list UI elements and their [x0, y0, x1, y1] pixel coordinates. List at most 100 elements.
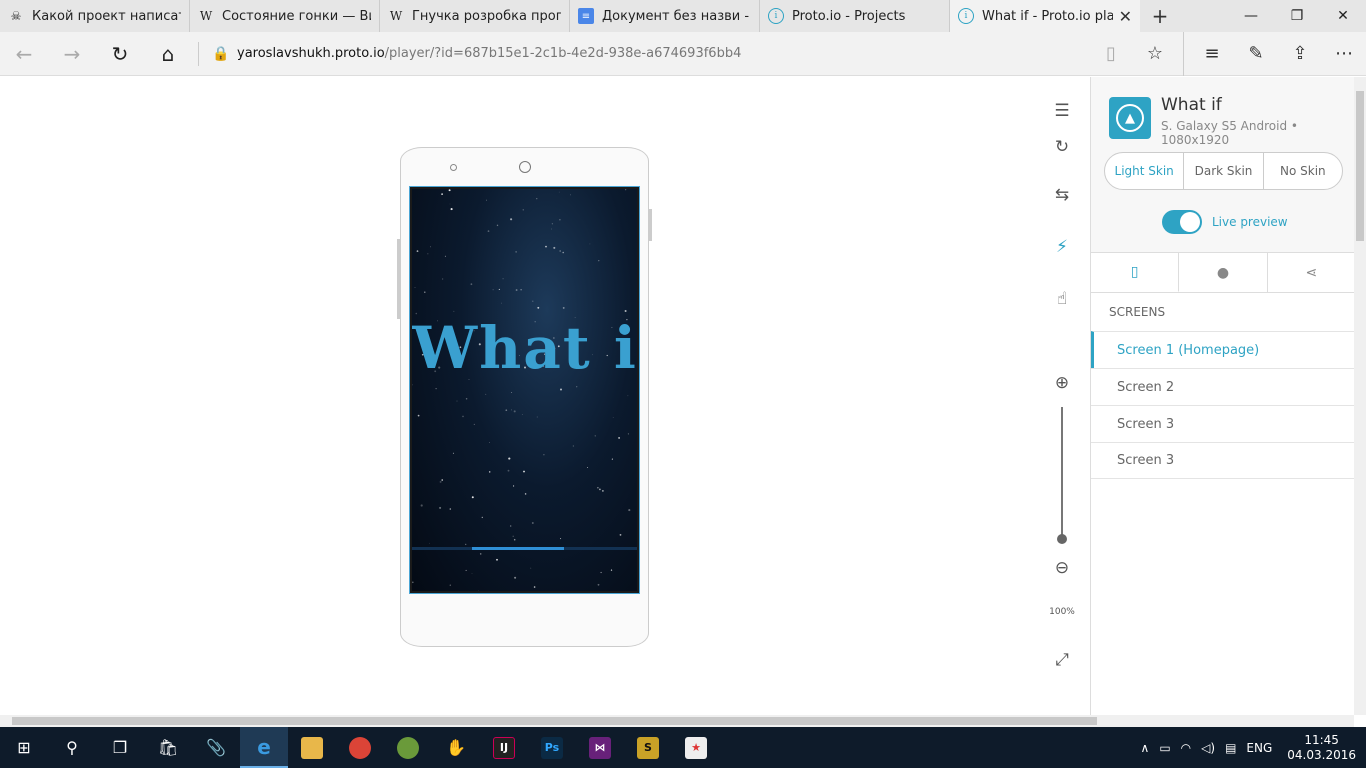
skin-light-button[interactable]: Light Skin — [1105, 153, 1185, 189]
rotate-device-icon[interactable]: ⇆ — [1048, 181, 1076, 209]
close-tab-icon[interactable]: ✕ — [1119, 7, 1132, 26]
google-docs-icon: ≡ — [578, 8, 594, 24]
vertical-scrollbar[interactable] — [1354, 77, 1366, 715]
app-icon: ▲ — [1109, 97, 1151, 139]
chevron-up-icon[interactable]: ∧ — [1136, 741, 1155, 755]
live-preview-toggle[interactable] — [1162, 210, 1202, 234]
star — [562, 251, 564, 254]
tab-label: Гнучка розробка програм — [412, 8, 561, 24]
store-icon[interactable]: 🛍 — [144, 727, 192, 768]
star — [510, 525, 512, 527]
horizontal-scrollbar[interactable] — [0, 715, 1354, 727]
star — [502, 278, 504, 280]
back-arrow-icon[interactable]: ← — [0, 32, 48, 76]
windows-start-icon[interactable]: ⊞ — [0, 727, 48, 768]
zoom-slider-handle[interactable] — [1057, 534, 1067, 544]
screen-list-item[interactable]: Screen 3 — [1091, 405, 1355, 442]
edge-icon[interactable]: e — [240, 727, 288, 768]
browser-tab[interactable]: ≡ Документ без назви - Go — [570, 0, 760, 32]
android-studio-icon[interactable] — [384, 727, 432, 768]
screen-list-item[interactable]: Screen 2 — [1091, 368, 1355, 405]
file-explorer-icon[interactable] — [288, 727, 336, 768]
refresh-icon[interactable]: ↻ — [96, 32, 144, 76]
browser-tab[interactable]: ☠ Какой проект написать д — [0, 0, 190, 32]
app-icon[interactable]: ✋ — [432, 727, 480, 768]
browser-tab[interactable]: i Proto.io - Projects — [760, 0, 950, 32]
hub-icon[interactable]: ≡ — [1190, 32, 1234, 76]
hotspot-icon[interactable]: ⚡ — [1048, 233, 1076, 261]
click-cursor-icon[interactable]: ☝ — [1048, 285, 1076, 313]
photoshop-icon[interactable]: Ps — [528, 727, 576, 768]
favorite-star-icon[interactable]: ☆ — [1133, 32, 1177, 76]
star — [412, 384, 413, 386]
tab-screens[interactable]: ▯ — [1091, 253, 1180, 292]
volume-icon[interactable]: ◁) — [1196, 741, 1220, 755]
star — [488, 471, 491, 473]
forward-arrow-icon[interactable]: → — [48, 32, 96, 76]
url-field[interactable]: yaroslavshukh.proto.io/player/?id=687b15… — [237, 46, 1089, 61]
star — [414, 287, 416, 288]
restore-icon[interactable]: ❐ — [1274, 0, 1320, 32]
star — [543, 454, 545, 456]
device-frame: What if — [397, 147, 652, 647]
wifi-icon[interactable]: ◠ — [1176, 741, 1196, 755]
star — [624, 309, 627, 313]
scroll-thumb[interactable] — [12, 717, 1097, 725]
reading-view-icon[interactable]: ▯ — [1089, 32, 1133, 76]
minimize-icon[interactable]: — — [1228, 0, 1274, 32]
url-domain: yaroslavshukh.proto.io — [237, 46, 385, 61]
app-icon[interactable]: S — [624, 727, 672, 768]
share-icon[interactable]: ⇪ — [1278, 32, 1322, 76]
pirate-icon: ☠ — [10, 9, 22, 23]
visual-studio-icon[interactable]: ⋈ — [576, 727, 624, 768]
notifications-icon[interactable]: ▤ — [1220, 741, 1241, 755]
clock-date: 04.03.2016 — [1287, 747, 1356, 762]
tab-label: Какой проект написать д — [32, 8, 181, 24]
star — [487, 230, 490, 232]
star — [441, 479, 443, 481]
prototype-screen[interactable]: What if — [409, 186, 640, 594]
lock-icon[interactable]: 🔒 — [205, 46, 237, 62]
skin-dark-button[interactable]: Dark Skin — [1184, 153, 1264, 189]
zoom-out-icon[interactable]: ⊖ — [1048, 554, 1076, 582]
scroll-thumb[interactable] — [1356, 91, 1364, 241]
project-panel: ▲ What if S. Galaxy S5 Android • 1080x19… — [1090, 77, 1355, 715]
star-app-icon[interactable]: ★ — [672, 727, 720, 768]
star — [441, 278, 444, 280]
star — [429, 246, 431, 248]
search-icon[interactable]: ⚲ — [48, 727, 96, 768]
star — [471, 573, 473, 574]
close-window-icon[interactable]: ✕ — [1320, 0, 1366, 32]
star — [570, 194, 571, 196]
browser-tab[interactable]: W Гнучка розробка програм — [380, 0, 570, 32]
chrome-icon[interactable] — [336, 727, 384, 768]
fullscreen-icon[interactable]: ⤢ — [1048, 646, 1076, 674]
skin-none-button[interactable]: No Skin — [1264, 153, 1342, 189]
zoom-slider-track[interactable] — [1061, 407, 1063, 537]
clock[interactable]: 11:45 04.03.2016 — [1277, 733, 1366, 763]
zoom-in-icon[interactable]: ⊕ — [1048, 369, 1076, 397]
intellij-icon[interactable]: IJ — [480, 727, 528, 768]
language-indicator[interactable]: ENG — [1241, 741, 1277, 755]
browser-tab[interactable]: W Состояние гонки — Вики — [190, 0, 380, 32]
paperclip-icon[interactable]: 📎 — [192, 727, 240, 768]
web-note-icon[interactable]: ✎ — [1234, 32, 1278, 76]
reload-icon[interactable]: ↻ — [1048, 133, 1076, 161]
task-view-icon[interactable]: ❐ — [96, 727, 144, 768]
screen-list-item[interactable]: Screen 3 — [1091, 442, 1355, 479]
battery-icon[interactable]: ▭ — [1154, 741, 1175, 755]
more-icon[interactable]: ⋯ — [1322, 32, 1366, 76]
star — [521, 414, 523, 415]
new-tab-button[interactable]: + — [1140, 0, 1180, 32]
star — [416, 250, 419, 252]
star — [449, 203, 451, 205]
wikipedia-icon: W — [199, 9, 213, 23]
browser-tab-active[interactable]: i What if - Proto.io play ✕ — [950, 0, 1140, 32]
screen-list-item[interactable]: Screen 1 (Homepage) — [1091, 331, 1355, 368]
rocket-icon: ▲ — [1116, 104, 1144, 132]
tab-share[interactable]: ⋖ — [1268, 253, 1355, 292]
tab-comments[interactable]: ● — [1179, 253, 1268, 292]
home-icon[interactable]: ⌂ — [144, 32, 192, 76]
screen-title: What if — [412, 314, 638, 382]
menu-icon[interactable]: ☰ — [1048, 97, 1076, 125]
